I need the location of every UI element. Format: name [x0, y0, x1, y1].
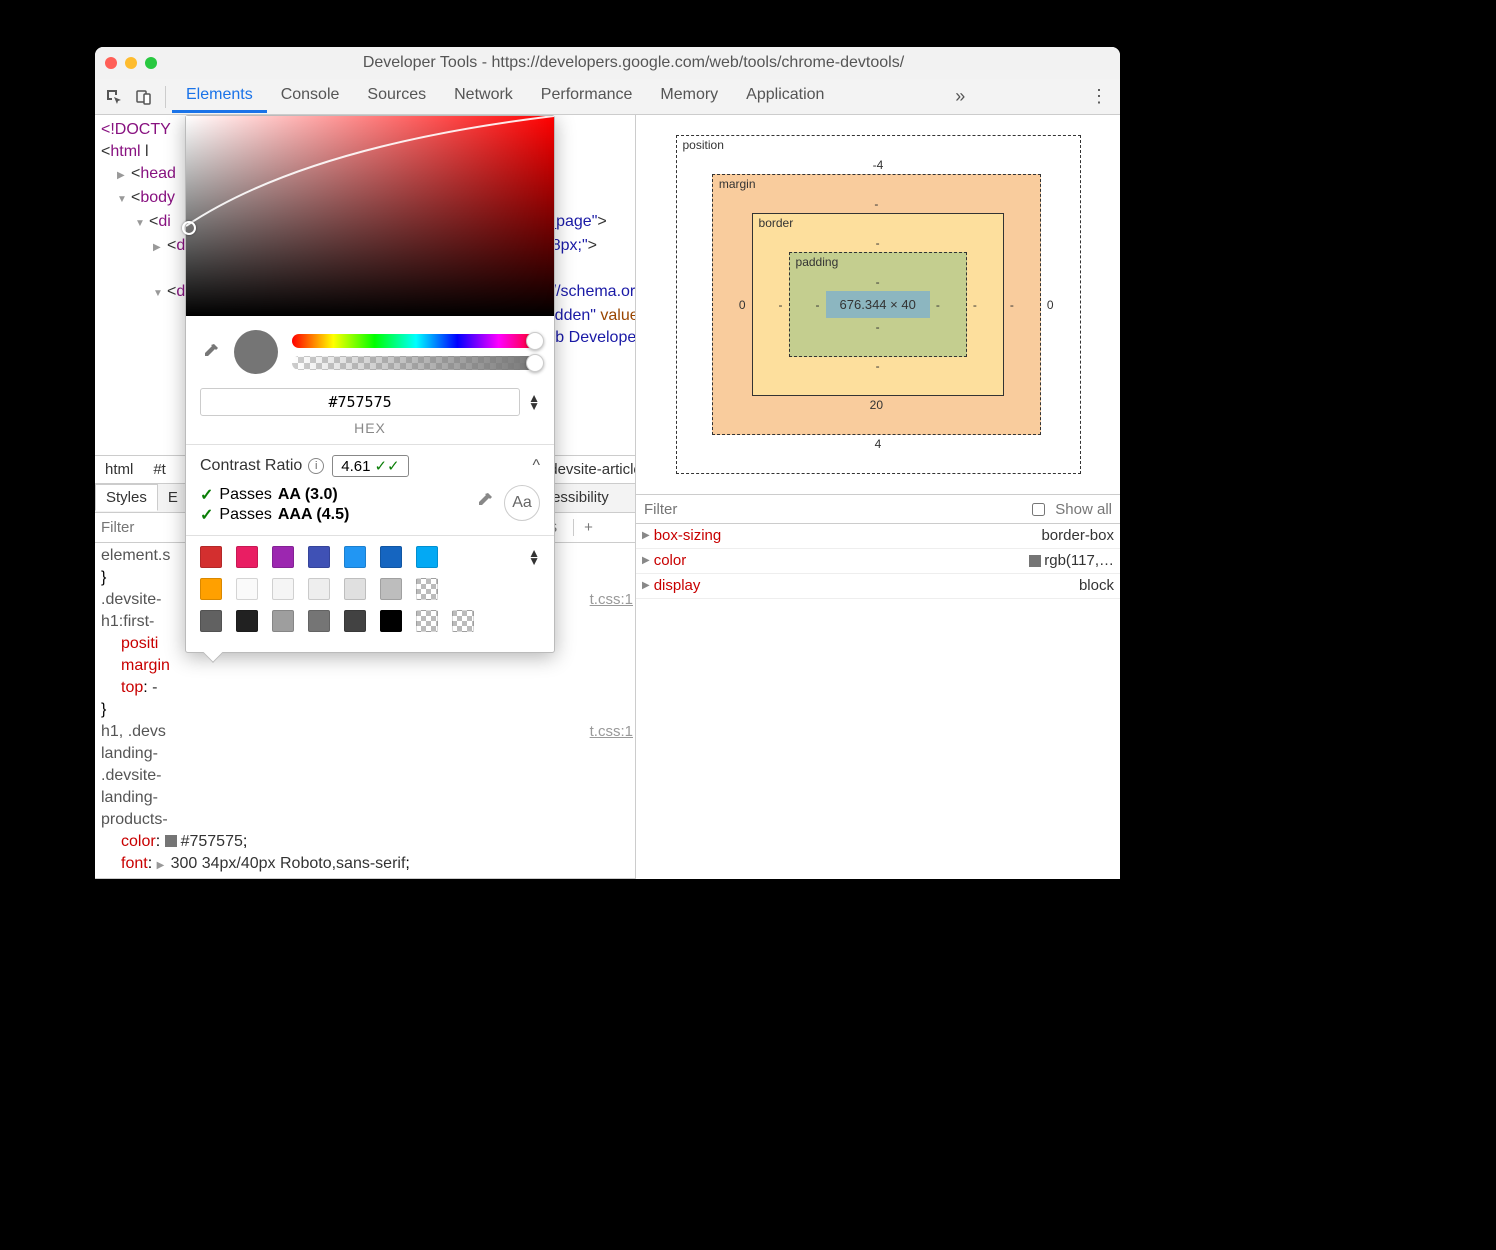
- crumb[interactable]: html: [95, 458, 143, 481]
- palette-swatch[interactable]: [236, 546, 258, 568]
- palette-swatch[interactable]: [200, 610, 222, 632]
- computed-filter-input[interactable]: [644, 501, 1022, 518]
- palette-swatch[interactable]: [416, 546, 438, 568]
- devtools-window: Developer Tools - https://developers.goo…: [95, 47, 1120, 879]
- color-field[interactable]: [186, 116, 554, 316]
- contrast-ratio-label: Contrast Ratio: [200, 457, 302, 475]
- palette-swatch[interactable]: [272, 578, 294, 600]
- current-color-swatch: [234, 330, 278, 374]
- kebab-menu-icon[interactable]: ⋮: [1082, 86, 1116, 107]
- box-content: 676.344 × 40: [826, 291, 930, 318]
- main-toolbar: Elements Console Sources Network Perform…: [95, 79, 1120, 115]
- tab-performance[interactable]: Performance: [527, 80, 647, 113]
- subtab-next[interactable]: E: [158, 485, 188, 510]
- pick-bg-color-icon[interactable]: [474, 491, 494, 516]
- palette-swatch[interactable]: [236, 578, 258, 600]
- left-pane: <!DOCTY <html l ▶<head ▼<body ▼<di id="t…: [95, 115, 635, 879]
- new-style-rule-icon[interactable]: +: [573, 519, 603, 536]
- expand-icon[interactable]: ▶: [642, 574, 650, 598]
- device-toggle-icon[interactable]: [131, 84, 157, 110]
- alpha-slider[interactable]: [292, 356, 540, 370]
- text-sample-icon[interactable]: Aa: [504, 485, 540, 521]
- format-switcher-icon[interactable]: ▲▼: [528, 394, 540, 410]
- color-handle[interactable]: [182, 221, 196, 235]
- color-value-row: ▲▼ HEX: [186, 388, 554, 444]
- crumb[interactable]: #t: [143, 458, 176, 481]
- palette-swatch[interactable]: [344, 610, 366, 632]
- palette-switcher-icon[interactable]: ▲▼: [528, 549, 540, 565]
- right-pane: position -4 margin - 0 border - -: [635, 115, 1120, 879]
- styles-filter-input[interactable]: [95, 519, 175, 536]
- collapse-icon[interactable]: ^: [532, 457, 540, 475]
- tab-elements[interactable]: Elements: [172, 80, 267, 113]
- palette-swatch[interactable]: [344, 546, 366, 568]
- content-area: <!DOCTY <html l ▶<head ▼<body ▼<di id="t…: [95, 115, 1120, 879]
- show-all-label: Show all: [1055, 501, 1112, 518]
- titlebar: Developer Tools - https://developers.goo…: [95, 47, 1120, 79]
- computed-list[interactable]: ▶box-sizingborder-box ▶colorrgb(117,… ▶d…: [636, 524, 1120, 599]
- expand-icon[interactable]: ▶: [642, 549, 650, 573]
- contrast-line-icon: [186, 116, 554, 316]
- palette-swatch[interactable]: [452, 610, 474, 632]
- eyedropper-icon[interactable]: [200, 342, 220, 362]
- hue-thumb[interactable]: [526, 332, 544, 350]
- box-model: position -4 margin - 0 border - -: [636, 115, 1120, 494]
- traffic-lights: [105, 57, 157, 69]
- palette: ▲▼: [186, 536, 554, 652]
- dom-doctype: <!DOCTY: [101, 121, 171, 138]
- palette-swatch[interactable]: [380, 546, 402, 568]
- format-label: HEX: [354, 420, 386, 436]
- info-icon[interactable]: i: [308, 458, 324, 474]
- palette-swatch[interactable]: [272, 546, 294, 568]
- tab-network[interactable]: Network: [440, 80, 527, 113]
- contrast-section: Contrast Ratio i 4.61 ✓✓ ^ ✓Passes AA (3…: [186, 445, 554, 535]
- zoom-icon[interactable]: [145, 57, 157, 69]
- tab-application[interactable]: Application: [732, 80, 838, 113]
- palette-swatch[interactable]: [416, 610, 438, 632]
- alpha-thumb[interactable]: [526, 354, 544, 372]
- palette-swatch[interactable]: [272, 610, 294, 632]
- more-tabs-icon[interactable]: »: [947, 86, 973, 107]
- tab-console[interactable]: Console: [267, 80, 354, 113]
- passes-aa: ✓Passes AA (3.0): [200, 485, 349, 505]
- contrast-ratio-value: 4.61 ✓✓: [332, 455, 408, 477]
- panel-tabs: Elements Console Sources Network Perform…: [172, 80, 838, 113]
- palette-swatch[interactable]: [380, 610, 402, 632]
- palette-swatch[interactable]: [416, 578, 438, 600]
- picker-controls: [186, 316, 554, 388]
- hex-input[interactable]: [200, 388, 520, 416]
- palette-swatch[interactable]: [308, 546, 330, 568]
- palette-swatch[interactable]: [200, 546, 222, 568]
- color-picker-popover: ▲▼ HEX Contrast Ratio i 4.61 ✓✓ ^ ✓Passe…: [185, 115, 555, 653]
- palette-swatch[interactable]: [200, 578, 222, 600]
- palette-swatch[interactable]: [308, 578, 330, 600]
- show-all-checkbox[interactable]: [1032, 503, 1045, 516]
- divider: [165, 86, 166, 108]
- subtab-styles[interactable]: Styles: [95, 484, 158, 511]
- palette-swatch[interactable]: [380, 578, 402, 600]
- inspect-icon[interactable]: [101, 84, 127, 110]
- palette-swatch[interactable]: [308, 610, 330, 632]
- passes-aaa: ✓Passes AAA (4.5): [200, 505, 349, 525]
- minimize-icon[interactable]: [125, 57, 137, 69]
- window-title: Developer Tools - https://developers.goo…: [157, 54, 1110, 72]
- color-swatch-icon: [1029, 555, 1041, 567]
- expand-icon[interactable]: ▶: [642, 524, 650, 548]
- hue-slider[interactable]: [292, 334, 540, 348]
- close-icon[interactable]: [105, 57, 117, 69]
- palette-swatch[interactable]: [236, 610, 258, 632]
- computed-filter-bar: Show all: [636, 494, 1120, 524]
- palette-swatch[interactable]: [344, 578, 366, 600]
- check-icon: ✓: [200, 485, 213, 505]
- tab-memory[interactable]: Memory: [646, 80, 732, 113]
- check-icon: ✓: [200, 505, 213, 525]
- color-swatch-icon[interactable]: [165, 835, 177, 847]
- tab-sources[interactable]: Sources: [353, 80, 440, 113]
- sliders: [292, 334, 540, 370]
